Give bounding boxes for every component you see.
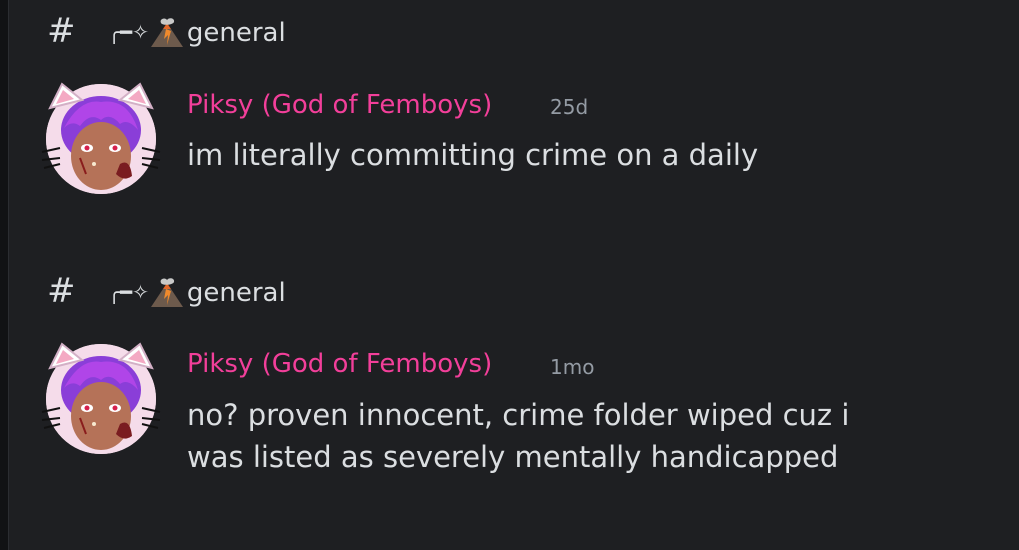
- hash-icon: #: [47, 271, 76, 311]
- volcano-emoji-icon: [150, 278, 183, 307]
- search-results-panel: # ╭━✧ general Piksy (God of Femboys) 25d…: [8, 0, 1019, 550]
- avatar[interactable]: [40, 338, 162, 460]
- channel-name[interactable]: ╭━✧ general: [108, 17, 286, 48]
- message-timestamp[interactable]: 1mo: [550, 355, 594, 379]
- channel-name[interactable]: ╭━✧ general: [108, 277, 286, 308]
- message-timestamp[interactable]: 25d: [550, 95, 588, 119]
- channel-prefix: ╭━✧: [108, 20, 149, 44]
- avatar[interactable]: [40, 78, 162, 200]
- channel-label: general: [186, 278, 286, 308]
- channel-prefix: ╭━✧: [108, 280, 149, 304]
- volcano-emoji-icon: [150, 18, 183, 47]
- author-name[interactable]: Piksy (God of Femboys): [187, 90, 492, 120]
- author-name[interactable]: Piksy (God of Femboys): [187, 349, 492, 379]
- message-content: no? proven innocent, crime folder wiped …: [187, 394, 849, 478]
- message-line: no? proven innocent, crime folder wiped …: [187, 398, 850, 432]
- message-line: was listed as severely mentally handicap…: [187, 440, 839, 474]
- channel-label: general: [186, 18, 286, 48]
- hash-icon: #: [47, 11, 76, 51]
- message-content: im literally committing crime on a daily: [187, 134, 758, 176]
- message-line: im literally committing crime on a daily: [187, 138, 759, 172]
